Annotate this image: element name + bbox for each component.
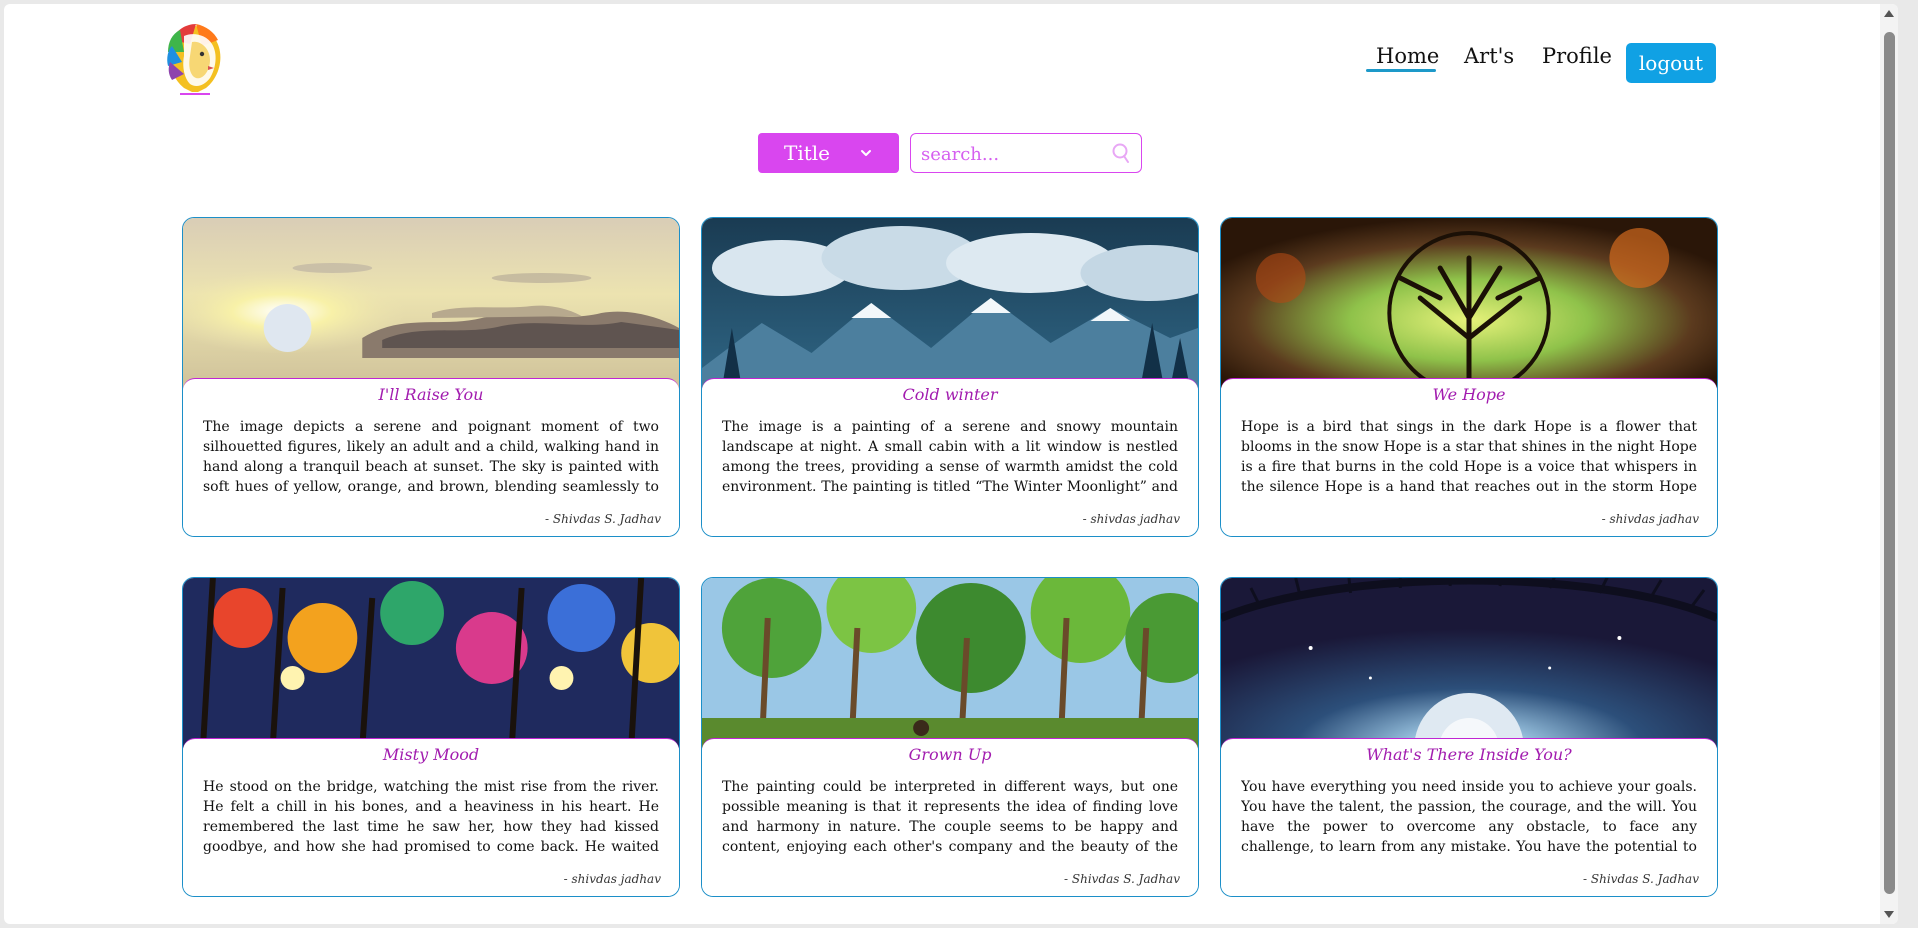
scroll-up-arrow-icon[interactable]	[1884, 10, 1894, 17]
filter-type-value: Title	[784, 141, 831, 165]
art-image-sunset-beach[interactable]	[183, 218, 679, 388]
card-description: Hope is a bird that sings in the dark Ho…	[1241, 419, 1697, 495]
card-title[interactable]: Cold winter	[702, 385, 1198, 404]
vertical-scrollbar[interactable]	[1880, 4, 1898, 924]
card-body: What's There Inside You? You have everyt…	[1221, 738, 1717, 896]
card-description: You have everything you need inside you …	[1241, 779, 1697, 855]
card-author: - shivdas jadhav	[1601, 512, 1699, 526]
card-body: I'll Raise You The image depicts a seren…	[183, 378, 679, 536]
nav-home-active-indicator	[1366, 69, 1436, 72]
nav-profile-link[interactable]: Profile	[1542, 44, 1612, 68]
filter-type-select[interactable]: Title	[758, 133, 899, 173]
card-body: Misty Mood He stood on the bridge, watch…	[183, 738, 679, 896]
art-image-misty-park[interactable]	[183, 578, 679, 748]
art-card[interactable]: Grown Up The painting could be interpret…	[701, 577, 1199, 897]
card-description: He stood on the bridge, watching the mis…	[203, 779, 659, 855]
search-icon[interactable]	[1111, 142, 1131, 164]
scrollbar-thumb[interactable]	[1884, 32, 1895, 894]
card-title[interactable]: What's There Inside You?	[1221, 745, 1717, 764]
logo-underline	[180, 93, 210, 95]
card-author: - Shivdas S. Jadhav	[545, 512, 661, 526]
card-author: - Shivdas S. Jadhav	[1583, 872, 1699, 886]
art-image-winter-mountains[interactable]	[702, 218, 1198, 388]
card-body: Grown Up The painting could be interpret…	[702, 738, 1198, 896]
logout-button[interactable]: logout	[1626, 43, 1716, 83]
nav-arts-link[interactable]: Art's	[1464, 44, 1514, 68]
browser-window: Home Art's Profile logout Title search..…	[4, 4, 1898, 924]
nav-home-link[interactable]: Home	[1376, 44, 1439, 68]
card-author: - Shivdas S. Jadhav	[1064, 872, 1180, 886]
scroll-down-arrow-icon[interactable]	[1884, 911, 1894, 918]
art-image-tree-of-hope[interactable]	[1221, 218, 1717, 388]
art-card[interactable]: Cold winter The image is a painting of a…	[701, 217, 1199, 537]
lion-logo-icon[interactable]	[162, 22, 228, 96]
card-title[interactable]: Misty Mood	[183, 745, 679, 764]
card-author: - shivdas jadhav	[1082, 512, 1180, 526]
card-title[interactable]: We Hope	[1221, 385, 1717, 404]
card-description: The image is a painting of a serene and …	[722, 419, 1178, 495]
card-title[interactable]: Grown Up	[702, 745, 1198, 764]
chevron-down-icon	[861, 150, 871, 156]
art-card[interactable]: I'll Raise You The image depicts a seren…	[182, 217, 680, 537]
card-body: Cold winter The image is a painting of a…	[702, 378, 1198, 536]
search-input[interactable]	[919, 142, 1103, 166]
art-card[interactable]: Misty Mood He stood on the bridge, watch…	[182, 577, 680, 897]
card-description: The painting could be interpreted in dif…	[722, 779, 1178, 855]
art-card[interactable]: We Hope Hope is a bird that sings in the…	[1220, 217, 1718, 537]
art-card[interactable]: What's There Inside You? You have everyt…	[1220, 577, 1718, 897]
art-image-cosmic-eye[interactable]	[1221, 578, 1717, 748]
card-body: We Hope Hope is a bird that sings in the…	[1221, 378, 1717, 536]
card-description: The image depicts a serene and poignant …	[203, 419, 659, 495]
card-author: - shivdas jadhav	[563, 872, 661, 886]
search-box	[910, 133, 1142, 173]
art-image-forest-couple[interactable]	[702, 578, 1198, 748]
card-title[interactable]: I'll Raise You	[183, 385, 679, 404]
